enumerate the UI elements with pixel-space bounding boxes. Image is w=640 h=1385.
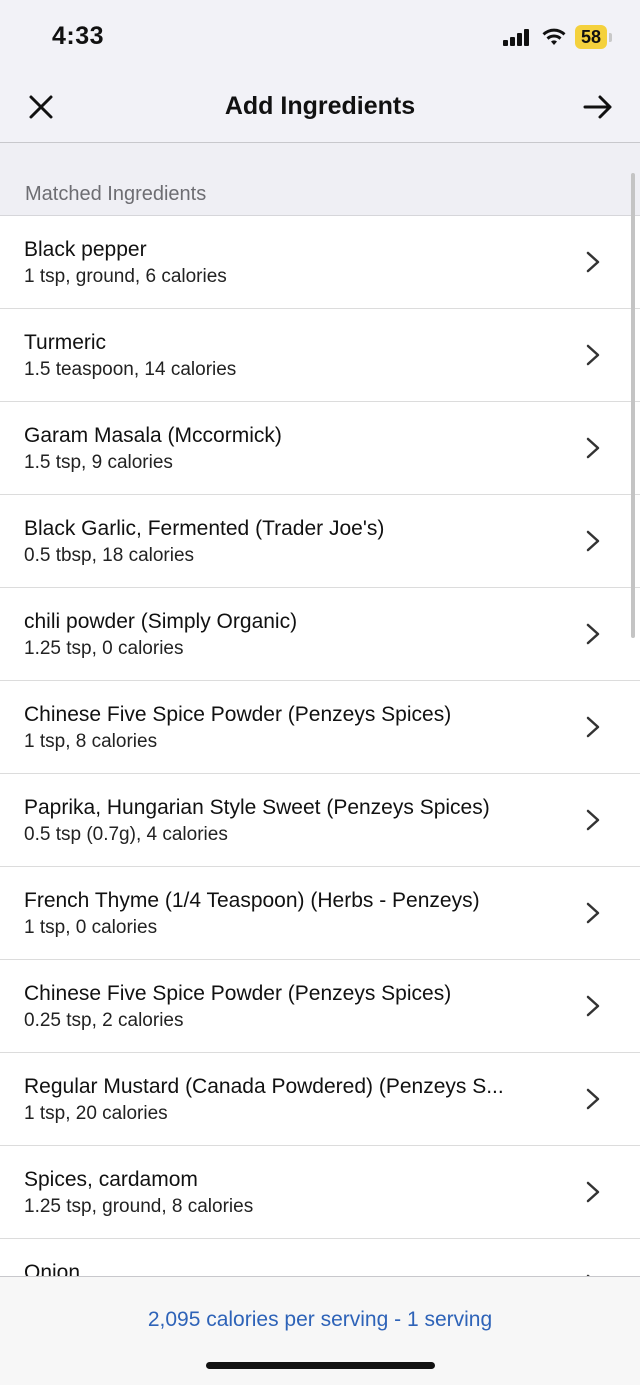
page-title: Add Ingredients — [224, 92, 416, 120]
arrow-right-icon[interactable] — [582, 92, 614, 122]
chevron-right-icon — [586, 530, 600, 552]
status-bar: 4:33 58 — [0, 0, 640, 70]
ingredient-name: Regular Mustard (Canada Powdered) (Penze… — [24, 1075, 504, 1098]
chevron-right-icon — [586, 623, 600, 645]
battery-icon: 58 — [574, 25, 612, 49]
ingredient-row[interactable]: chili powder (Simply Organic) 1.25 tsp, … — [0, 588, 640, 681]
scrollbar[interactable] — [631, 173, 635, 638]
ingredient-detail: 1 tsp, 8 calories — [24, 731, 158, 752]
ingredient-row[interactable]: French Thyme (1/4 Teaspoon) (Herbs - Pen… — [0, 867, 640, 960]
ingredient-detail: 1 tsp, 0 calories — [24, 917, 158, 938]
chevron-right-icon — [586, 1088, 600, 1110]
ingredient-row[interactable]: Regular Mustard (Canada Powdered) (Penze… — [0, 1053, 640, 1146]
ingredient-detail: 1 tsp, ground, 6 calories — [24, 266, 227, 287]
chevron-right-icon — [586, 902, 600, 924]
ingredient-row[interactable]: Paprika, Hungarian Style Sweet (Penzeys … — [0, 774, 640, 867]
ingredient-row[interactable]: Chinese Five Spice Powder (Penzeys Spice… — [0, 681, 640, 774]
chevron-right-icon — [586, 344, 600, 366]
chevron-right-icon — [586, 995, 600, 1017]
ingredient-name: Turmeric — [24, 331, 107, 354]
ingredient-list: Black pepper 1 tsp, ground, 6 calories T… — [0, 216, 640, 1332]
chevron-right-icon — [586, 1181, 600, 1203]
status-icons: 58 — [502, 24, 612, 50]
chevron-right-icon — [586, 716, 600, 738]
section-title: Matched Ingredients — [25, 183, 207, 205]
wifi-icon — [542, 28, 566, 45]
chevron-right-icon — [586, 437, 600, 459]
ingredient-detail: 1.25 tsp, 0 calories — [24, 638, 184, 659]
ingredient-row[interactable]: Turmeric 1.5 teaspoon, 14 calories — [0, 309, 640, 402]
ingredient-name: Spices, cardamom — [24, 1168, 198, 1191]
ingredient-row[interactable]: Garam Masala (Mccormick) 1.5 tsp, 9 calo… — [0, 402, 640, 495]
ingredient-name: Paprika, Hungarian Style Sweet (Penzeys … — [24, 796, 490, 819]
footer: 2,095 calories per serving - 1 serving — [0, 1276, 640, 1385]
section-header: Matched Ingredients — [0, 143, 640, 216]
signal-icon — [502, 28, 531, 46]
ingredient-detail: 0.5 tbsp, 18 calories — [24, 545, 195, 566]
ingredient-detail: 0.25 tsp, 2 calories — [24, 1010, 184, 1031]
nav-bar: Add Ingredients — [0, 70, 640, 143]
ingredient-detail: 1 tsp, 20 calories — [24, 1103, 168, 1124]
status-time: 4:33 — [52, 22, 105, 50]
ingredient-name: chili powder (Simply Organic) — [24, 610, 298, 633]
ingredient-row[interactable]: Black Garlic, Fermented (Trader Joe's) 0… — [0, 495, 640, 588]
ingredient-detail: 0.5 tsp (0.7g), 4 calories — [24, 824, 228, 845]
calories-summary-link[interactable]: 2,095 calories per serving - 1 serving — [0, 1308, 640, 1332]
ingredient-name: Chinese Five Spice Powder (Penzeys Spice… — [24, 982, 452, 1005]
screen: 4:33 58 Add Ingredients Matched Ingredie… — [0, 0, 640, 1385]
ingredient-detail: 1.25 tsp, ground, 8 calories — [24, 1196, 254, 1217]
ingredient-detail: 1.5 teaspoon, 14 calories — [24, 359, 237, 380]
ingredient-name: Garam Masala (Mccormick) — [24, 424, 282, 447]
battery-level: 58 — [574, 25, 607, 49]
ingredient-name: Chinese Five Spice Powder (Penzeys Spice… — [24, 703, 452, 726]
chevron-right-icon — [586, 251, 600, 273]
ingredient-name: French Thyme (1/4 Teaspoon) (Herbs - Pen… — [24, 889, 480, 912]
ingredient-row[interactable]: Spices, cardamom 1.25 tsp, ground, 8 cal… — [0, 1146, 640, 1239]
ingredient-name: Black Garlic, Fermented (Trader Joe's) — [24, 517, 385, 540]
ingredient-name: Black pepper — [24, 238, 147, 261]
ingredient-row[interactable]: Black pepper 1 tsp, ground, 6 calories — [0, 216, 640, 309]
home-indicator[interactable] — [206, 1362, 435, 1369]
ingredient-detail: 1.5 tsp, 9 calories — [24, 452, 173, 473]
chevron-right-icon — [586, 809, 600, 831]
ingredient-row[interactable]: Chinese Five Spice Powder (Penzeys Spice… — [0, 960, 640, 1053]
